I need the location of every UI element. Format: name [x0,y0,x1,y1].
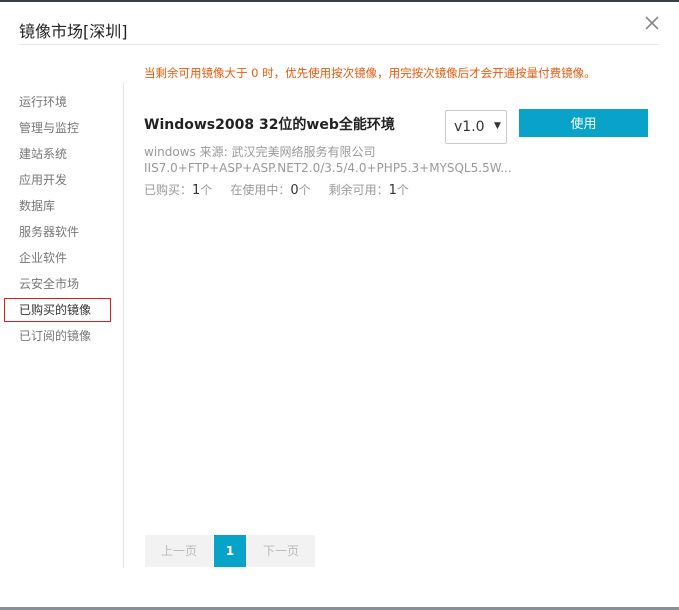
remaining-count: 1 [388,183,397,198]
dialog-title: 镜像市场[深圳] [19,22,128,41]
remaining-label: 剩余可用： [328,183,389,197]
in-use-unit: 个 [298,183,311,197]
sidebar-item-subscribed[interactable]: 已订阅的镜像 [4,324,111,348]
next-page-button[interactable]: 下一页 [247,535,315,567]
prev-page-button[interactable]: 上一页 [145,535,213,567]
purchased-label: 已购买： [144,183,193,197]
sidebar-item-site-building[interactable]: 建站系统 [4,142,111,166]
sidebar-item-database[interactable]: 数据库 [4,194,111,218]
dropdown-arrow-icon: ▼ [494,121,501,131]
title-divider [19,44,659,45]
sidebar-divider [123,82,124,568]
in-use-count: 0 [290,183,299,198]
sidebar-item-server-software[interactable]: 服务器软件 [4,220,111,244]
version-select[interactable]: v1.0 ▼ [445,110,507,144]
purchased-unit: 个 [200,183,213,197]
version-value: v1.0 [454,119,485,135]
sidebar-item-management[interactable]: 管理与监控 [4,116,111,140]
product-description: IIS7.0+FTP+ASP+ASP.NET2.0/3.5/4.0+PHP5.3… [144,161,512,175]
in-use-label: 在使用中： [230,183,291,197]
remaining-unit: 个 [396,183,409,197]
close-icon [645,16,659,30]
page-number-1[interactable]: 1 [214,535,246,567]
notice-text: 当剩余可用镜像大于 0 时，优先使用按次镜像，用完按次镜像后才会开通按量付费镜像… [144,66,596,80]
sidebar-item-cloud-security[interactable]: 云安全市场 [4,272,111,296]
sidebar-item-app-dev[interactable]: 应用开发 [4,168,111,192]
product-title: Windows2008 32位的web全能环境 [144,117,395,133]
usage-stats: 已购买：1个 在使用中：0个 剩余可用：1个 [144,181,409,198]
close-button[interactable] [641,12,663,34]
image-market-dialog: 镜像市场[深圳] 当剩余可用镜像大于 0 时，优先使用按次镜像，用完按次镜像后才… [0,0,679,610]
sidebar-item-purchased[interactable]: 已购买的镜像 [4,298,111,322]
use-button[interactable]: 使用 [519,109,648,137]
sidebar-item-runtime[interactable]: 运行环境 [4,90,111,114]
top-border [0,0,679,2]
sidebar-item-enterprise-software[interactable]: 企业软件 [4,246,111,270]
product-source: windows 来源: 武汉完美网络服务有限公司 [144,145,376,159]
